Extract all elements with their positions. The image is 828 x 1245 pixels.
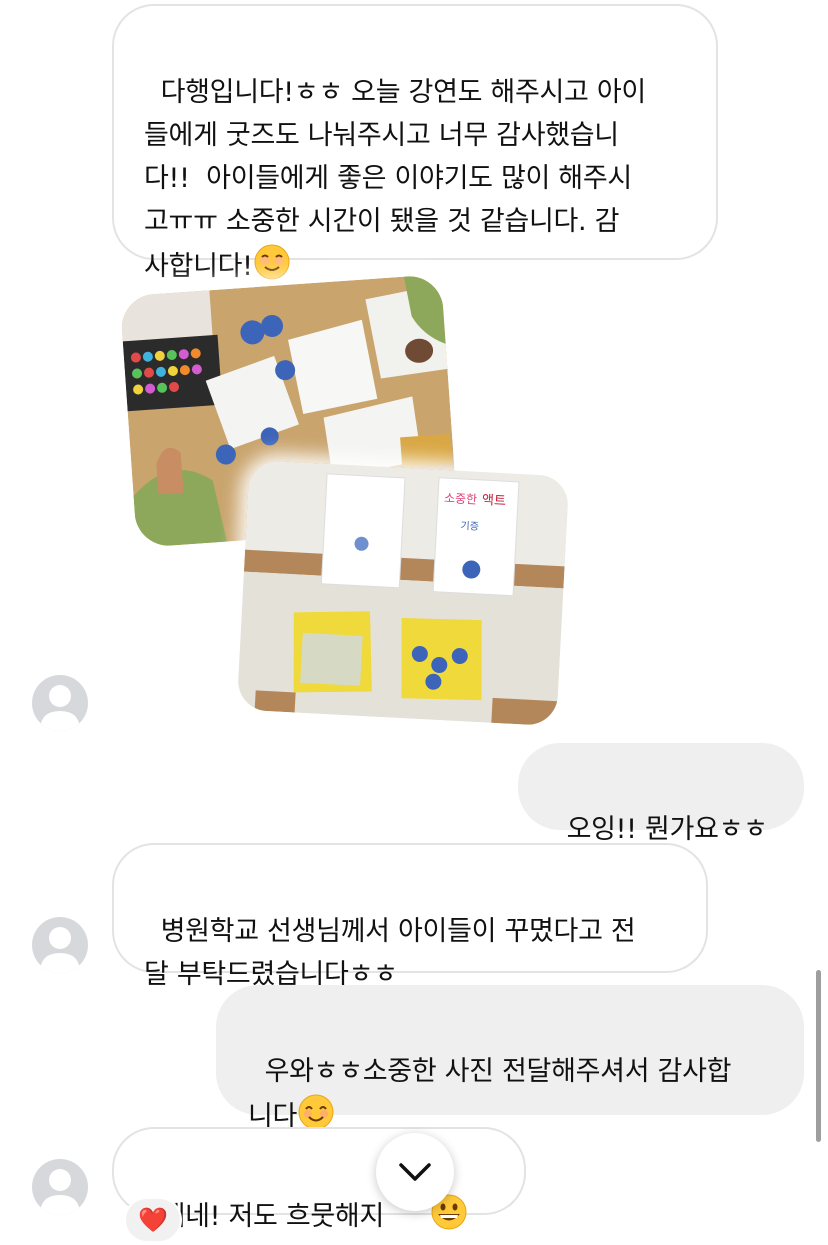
incoming-message-bubble[interactable]: 다행입니다!ㅎㅎ 오늘 강연도 해주시고 아이 들에게 굿즈도 나눠주시고 너무… <box>112 4 718 282</box>
default-user-avatar-icon <box>40 927 80 973</box>
default-user-avatar-icon <box>40 1169 80 1215</box>
incoming-message-bubble[interactable]: 병원학교 선생님께서 아이들이 꾸몄다고 전 달 부탁드렸습니다ㅎㅎ <box>112 843 708 990</box>
avatar[interactable] <box>32 1159 88 1215</box>
message-text: 오잉!! 뭔가요ㅎㅎ <box>566 814 768 845</box>
chevron-down-icon <box>399 1163 431 1181</box>
default-user-avatar-icon <box>40 685 80 731</box>
avatar[interactable] <box>32 917 88 973</box>
svg-text:기증: 기증 <box>460 520 479 533</box>
message-text: 다행입니다!ㅎㅎ 오늘 강연도 해주시고 아이 들에게 굿즈도 나눠주시고 너무… <box>144 77 646 282</box>
heart-reaction[interactable]: ❤️ <box>124 1197 182 1243</box>
decorated-papers-wall-photo[interactable]: 소중한 액트 기증 <box>236 459 570 727</box>
scrollbar[interactable] <box>816 970 821 1142</box>
svg-text:액트: 액트 <box>482 493 507 509</box>
outgoing-message-bubble[interactable]: 오잉!! 뭔가요ㅎㅎ <box>518 743 804 845</box>
heart-icon: ❤️ <box>138 1206 168 1234</box>
svg-text:소중한: 소중한 <box>444 491 478 507</box>
message-text: 병원학교 선생님께서 아이들이 꾸몄다고 전 달 부탁드렸습니다ㅎㅎ <box>144 916 636 990</box>
avatar[interactable] <box>32 675 88 731</box>
outgoing-message-bubble[interactable]: 우와ㅎㅎ소중한 사진 전달해주셔서 감사합 니다 <box>216 985 804 1132</box>
scroll-to-bottom-button[interactable] <box>376 1133 454 1211</box>
message-text: 네네! 저도 흐뭇해지 <box>160 1201 385 1232</box>
